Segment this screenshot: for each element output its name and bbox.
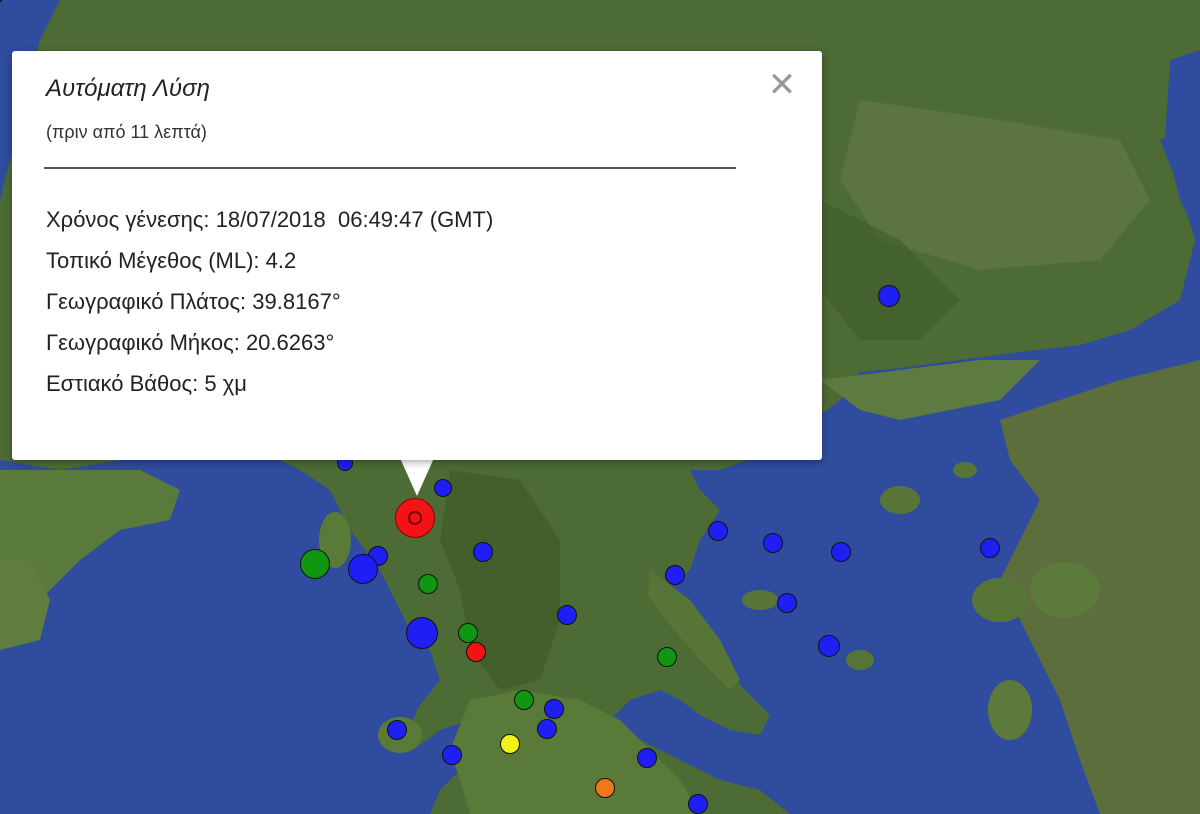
popup-pointer bbox=[400, 458, 434, 496]
earthquake-marker-blue[interactable] bbox=[708, 521, 728, 541]
popup-subtitle: (πριν από 11 λεπτά) bbox=[46, 122, 207, 142]
earthquake-marker-blue[interactable] bbox=[637, 748, 657, 768]
earthquake-marker-yellow[interactable] bbox=[500, 734, 520, 754]
earthquake-marker-blue[interactable] bbox=[777, 593, 797, 613]
detail-origin-time: Χρόνος γένεσης: 18/07/2018 06:49:47 (GMT… bbox=[46, 206, 493, 247]
earthquake-details: Χρόνος γένεσης: 18/07/2018 06:49:47 (GMT… bbox=[46, 206, 493, 411]
earthquake-marker-blue[interactable] bbox=[442, 745, 462, 765]
earthquake-marker-blue[interactable] bbox=[348, 554, 378, 584]
detail-value: 20.6263° bbox=[245, 330, 335, 355]
close-icon[interactable]: ✕ bbox=[766, 67, 798, 103]
earthquake-marker-green[interactable] bbox=[300, 549, 330, 579]
popup-title: Αυτόματη Λύση bbox=[46, 75, 210, 102]
detail-depth: Εστιακό Βάθος: 5 χμ bbox=[46, 370, 493, 411]
earthquake-marker-blue[interactable] bbox=[763, 533, 783, 553]
detail-label: Γεωγραφικό Πλάτος: bbox=[46, 289, 247, 314]
earthquake-marker-green[interactable] bbox=[514, 690, 534, 710]
detail-value: 4.2 bbox=[265, 248, 297, 273]
earthquake-marker-green[interactable] bbox=[657, 647, 677, 667]
earthquake-marker-blue[interactable] bbox=[473, 542, 493, 562]
detail-value: 5 χμ bbox=[204, 371, 247, 396]
earthquake-marker-blue[interactable] bbox=[818, 635, 840, 657]
earthquake-marker-green[interactable] bbox=[458, 623, 478, 643]
earthquake-marker-red[interactable] bbox=[466, 642, 486, 662]
earthquake-marker-blue[interactable] bbox=[878, 285, 900, 307]
earthquake-marker-blue[interactable] bbox=[537, 719, 557, 739]
earthquake-marker-blue[interactable] bbox=[406, 617, 438, 649]
detail-label: Εστιακό Βάθος: bbox=[46, 371, 199, 396]
earthquake-marker-blue[interactable] bbox=[544, 699, 564, 719]
earthquake-marker-blue[interactable] bbox=[980, 538, 1000, 558]
detail-value: 18/07/2018 06:49:47 (GMT) bbox=[215, 207, 494, 232]
earthquake-marker-blue[interactable] bbox=[387, 720, 407, 740]
earthquake-marker-orange[interactable] bbox=[595, 778, 615, 798]
detail-label: Τοπικό Μέγεθος (ML): bbox=[46, 248, 260, 273]
selected-earthquake-marker[interactable] bbox=[395, 498, 435, 538]
earthquake-marker-blue[interactable] bbox=[0, 0, 2, 2]
detail-value: 39.8167° bbox=[252, 289, 341, 314]
earthquake-info-popup: Αυτόματη Λύση (πριν από 11 λεπτά) ✕ Χρόν… bbox=[12, 51, 822, 460]
detail-latitude: Γεωγραφικό Πλάτος: 39.8167° bbox=[46, 288, 493, 329]
detail-longitude: Γεωγραφικό Μήκος: 20.6263° bbox=[46, 329, 493, 370]
earthquake-marker-blue[interactable] bbox=[557, 605, 577, 625]
detail-label: Γεωγραφικό Μήκος: bbox=[46, 330, 240, 355]
earthquake-marker-blue[interactable] bbox=[434, 479, 452, 497]
earthquake-marker-green[interactable] bbox=[418, 574, 438, 594]
detail-magnitude: Τοπικό Μέγεθος (ML): 4.2 bbox=[46, 247, 493, 288]
popup-divider bbox=[44, 167, 736, 169]
detail-label: Χρόνος γένεσης: bbox=[46, 207, 210, 232]
earthquake-marker-blue[interactable] bbox=[831, 542, 851, 562]
earthquake-marker-blue[interactable] bbox=[688, 794, 708, 814]
earthquake-marker-blue[interactable] bbox=[665, 565, 685, 585]
